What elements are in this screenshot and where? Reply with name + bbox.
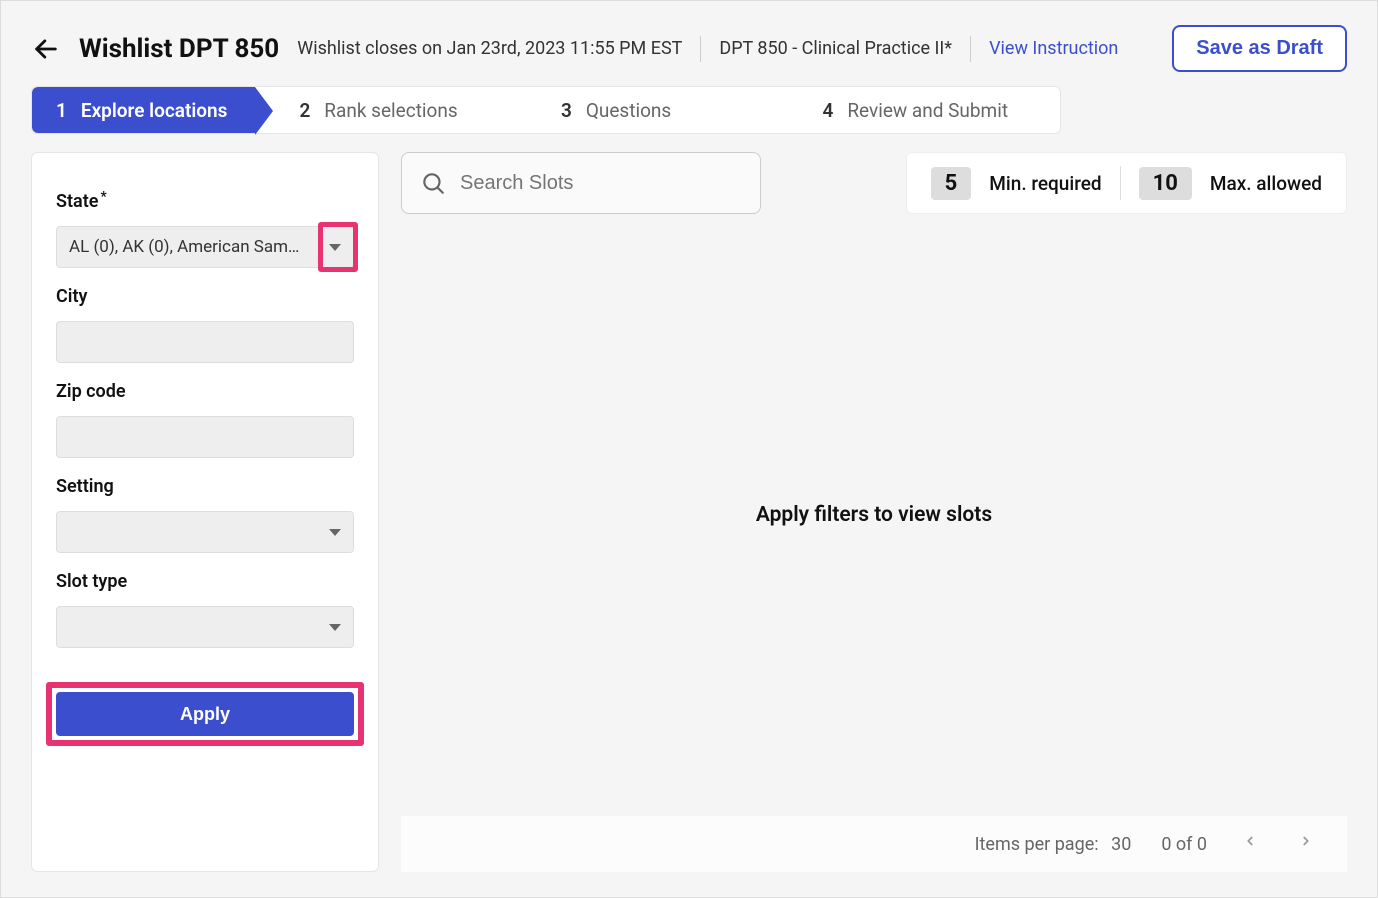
next-page-icon[interactable] bbox=[1293, 830, 1319, 858]
step-label: Review and Submit bbox=[847, 99, 1008, 122]
step-questions[interactable]: 3 Questions bbox=[537, 87, 799, 133]
chevron-down-icon bbox=[329, 529, 341, 536]
state-label: State bbox=[56, 191, 354, 212]
empty-state: Apply filters to view slots bbox=[401, 214, 1347, 816]
setting-label: Setting bbox=[56, 476, 354, 497]
main-panel: 5 Min. required 10 Max. allowed Apply fi… bbox=[401, 152, 1347, 872]
state-select[interactable]: AL (0), AK (0), American Sam… bbox=[56, 226, 354, 268]
min-required-value: 5 bbox=[931, 167, 972, 200]
page-title: Wishlist DPT 850 bbox=[79, 34, 279, 64]
setting-select[interactable] bbox=[56, 511, 354, 553]
min-required-label: Min. required bbox=[989, 172, 1101, 195]
slot-type-select[interactable] bbox=[56, 606, 354, 648]
stats-bar: 5 Min. required 10 Max. allowed bbox=[906, 152, 1347, 214]
divider bbox=[1120, 166, 1121, 200]
closes-text: Wishlist closes on Jan 23rd, 2023 11:55 … bbox=[297, 38, 682, 59]
view-instruction-link[interactable]: View Instruction bbox=[989, 38, 1118, 59]
city-input[interactable] bbox=[56, 321, 354, 363]
step-number: 4 bbox=[822, 99, 833, 122]
divider bbox=[970, 36, 971, 62]
chevron-down-icon bbox=[329, 624, 341, 631]
search-input[interactable] bbox=[460, 172, 742, 195]
step-number: 3 bbox=[561, 99, 572, 122]
step-label: Questions bbox=[586, 99, 671, 122]
max-allowed-value: 10 bbox=[1139, 167, 1192, 200]
stepper: 1 Explore locations 2 Rank selections 3 … bbox=[31, 86, 1061, 134]
save-draft-button[interactable]: Save as Draft bbox=[1172, 25, 1347, 72]
step-rank-selections[interactable]: 2 Rank selections bbox=[255, 87, 537, 133]
state-value: AL (0), AK (0), American Sam… bbox=[69, 237, 323, 257]
city-label: City bbox=[56, 286, 354, 307]
step-label: Explore locations bbox=[81, 99, 228, 122]
step-label: Rank selections bbox=[324, 99, 457, 122]
header: Wishlist DPT 850 Wishlist closes on Jan … bbox=[17, 17, 1361, 86]
filter-sidebar: State AL (0), AK (0), American Sam… City… bbox=[31, 152, 379, 872]
paginator: Items per page: 30 0 of 0 bbox=[401, 816, 1347, 872]
back-arrow-icon[interactable] bbox=[31, 34, 61, 64]
step-number: 1 bbox=[56, 99, 67, 122]
zip-label: Zip code bbox=[56, 381, 354, 402]
max-allowed-label: Max. allowed bbox=[1210, 172, 1322, 195]
search-box[interactable] bbox=[401, 152, 761, 214]
prev-page-icon[interactable] bbox=[1237, 830, 1263, 858]
zip-input[interactable] bbox=[56, 416, 354, 458]
page-range: 0 of 0 bbox=[1161, 834, 1207, 855]
slot-type-label: Slot type bbox=[56, 571, 354, 592]
chevron-down-icon bbox=[329, 244, 341, 251]
step-review-submit[interactable]: 4 Review and Submit bbox=[798, 87, 1060, 133]
course-name: DPT 850 - Clinical Practice II* bbox=[719, 38, 952, 59]
step-number: 2 bbox=[299, 99, 310, 122]
items-per-page-label: Items per page: bbox=[975, 834, 1099, 855]
apply-button[interactable]: Apply bbox=[56, 692, 354, 736]
divider bbox=[700, 36, 701, 62]
items-per-page-value[interactable]: 30 bbox=[1111, 834, 1131, 855]
step-explore-locations[interactable]: 1 Explore locations bbox=[32, 87, 255, 133]
